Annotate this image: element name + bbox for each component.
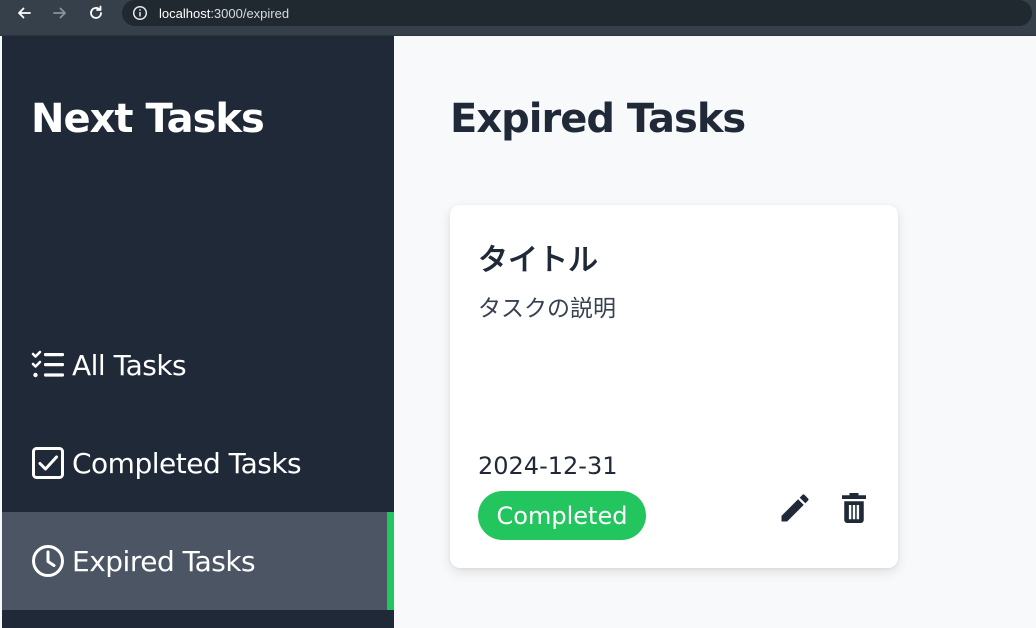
delete-button[interactable] xyxy=(834,488,874,528)
sidebar-item-all-tasks[interactable]: All Tasks xyxy=(2,316,394,414)
address-bar[interactable]: localhost:3000/expired xyxy=(122,0,1032,26)
task-card: タイトル タスクの説明 2024-12-31 Completed xyxy=(450,205,898,568)
sidebar: Next Tasks All Tasks Completed Tasks Exp… xyxy=(2,36,394,628)
status-badge[interactable]: Completed xyxy=(478,491,646,540)
page-title: Expired Tasks xyxy=(450,96,746,142)
edit-button[interactable] xyxy=(775,488,815,528)
info-icon[interactable] xyxy=(132,5,148,21)
arrow-left-icon xyxy=(18,7,31,19)
url-host: localhost xyxy=(159,5,211,21)
browser-toolbar: localhost:3000/expired xyxy=(0,0,1036,36)
trash-icon xyxy=(842,493,866,523)
task-date: 2024-12-31 xyxy=(478,452,618,480)
sidebar-item-label: Completed Tasks xyxy=(72,446,302,480)
forward-button[interactable] xyxy=(48,2,72,24)
sidebar-item-label: All Tasks xyxy=(72,348,187,382)
sidebar-item-label: Expired Tasks xyxy=(72,544,256,578)
clock-icon xyxy=(30,543,66,579)
checkbox-icon xyxy=(30,445,66,481)
reload-button[interactable] xyxy=(84,2,108,24)
back-button[interactable] xyxy=(12,2,36,24)
checklist-icon xyxy=(30,347,66,383)
arrow-right-icon xyxy=(53,7,66,19)
brand-title: Next Tasks xyxy=(31,96,265,142)
sidebar-item-expired-tasks[interactable]: Expired Tasks xyxy=(2,512,394,610)
url-text: localhost:3000/expired xyxy=(159,6,289,21)
pencil-icon xyxy=(781,494,809,522)
sidebar-item-completed-tasks[interactable]: Completed Tasks xyxy=(2,414,394,512)
task-description: タスクの説明 xyxy=(478,296,616,322)
reload-icon xyxy=(90,5,102,19)
url-path: :3000/expired xyxy=(210,5,290,21)
task-title: タイトル xyxy=(478,243,598,278)
